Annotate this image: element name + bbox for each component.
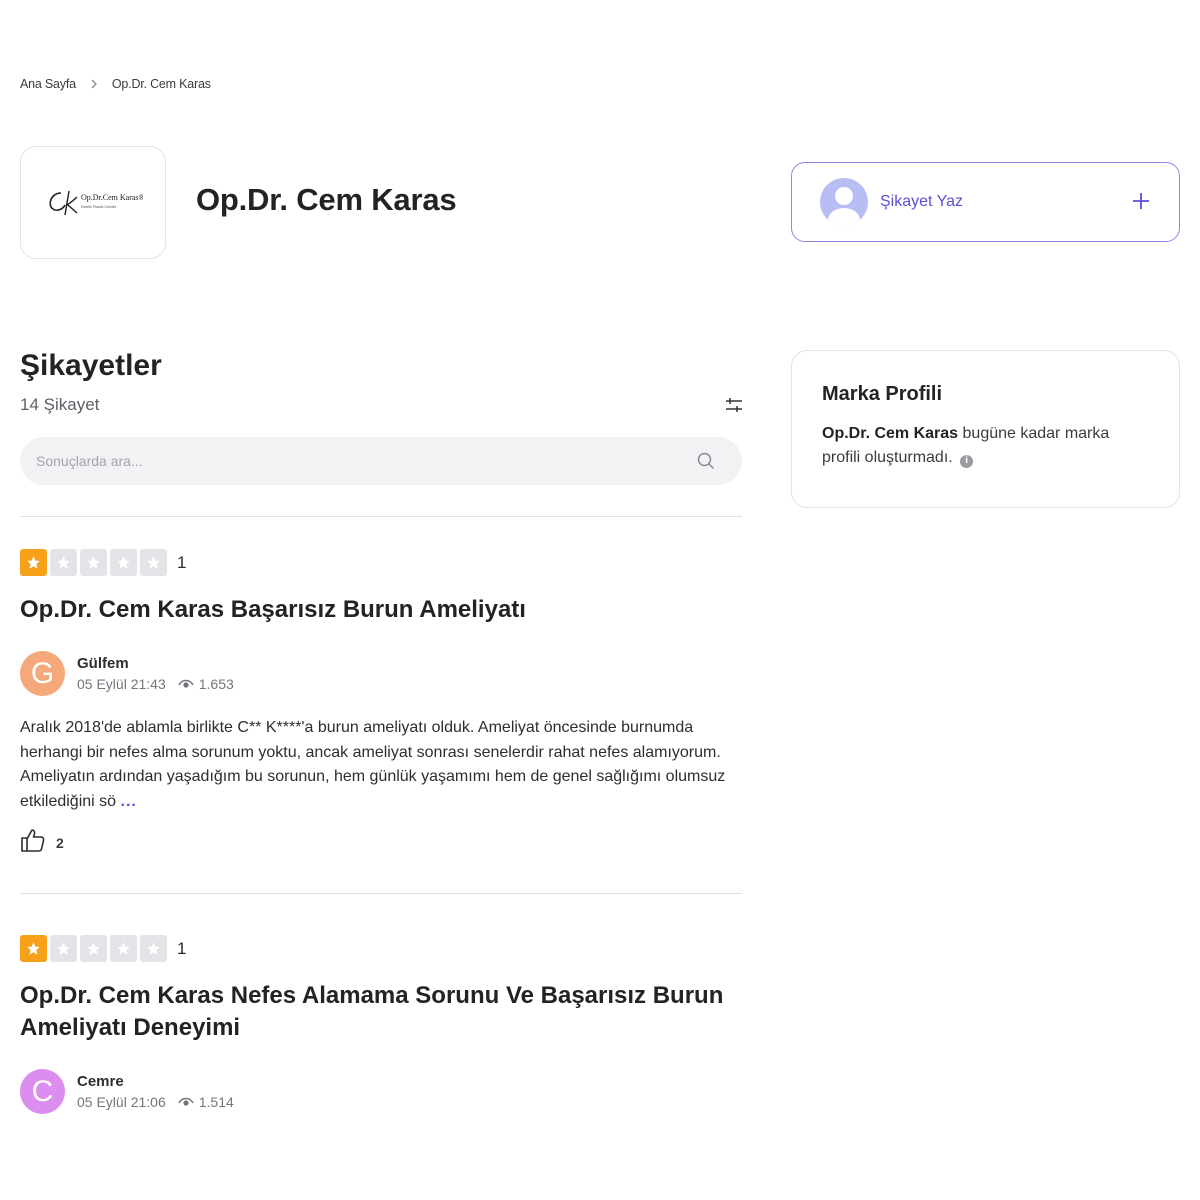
like-button[interactable]: 2 (20, 827, 64, 858)
star-empty-icon (110, 935, 137, 962)
brand-logo: Op.Dr.Cem Karas® Estetik Plastik Cerrahi (20, 146, 166, 259)
author-name: Gülfem (77, 655, 129, 672)
brand-profile-text: Op.Dr. Cem Karas bugüne kadar marka prof… (822, 422, 1149, 470)
brand-profile-brand: Op.Dr. Cem Karas (822, 425, 959, 442)
search-input[interactable] (36, 453, 696, 469)
complaint-title-link[interactable]: Op.Dr. Cem Karas Başarısız Burun Ameliya… (20, 594, 750, 626)
breadcrumb: Ana Sayfa Op.Dr. Cem Karas (20, 77, 211, 91)
search-icon[interactable] (696, 451, 716, 471)
view-count: 1.514 (198, 1094, 234, 1110)
avatar: C (20, 1069, 65, 1114)
breadcrumb-home-link[interactable]: Ana Sayfa (20, 77, 76, 91)
star-empty-icon (50, 549, 77, 576)
user-avatar-icon (820, 178, 868, 226)
star-filled-icon (20, 549, 47, 576)
star-filled-icon (20, 935, 47, 962)
like-count: 2 (56, 834, 64, 851)
complaint-body: Aralık 2018'de ablamla birlikte C** K***… (20, 716, 735, 814)
star-empty-icon (140, 935, 167, 962)
rating-score: 1 (177, 938, 187, 958)
complaint-title-link[interactable]: Op.Dr. Cem Karas Nefes Alamama Sorunu Ve… (20, 980, 750, 1044)
complaints-count: 14 Şikayet (20, 395, 100, 414)
write-complaint-button[interactable]: Şikayet Yaz (791, 162, 1180, 242)
write-complaint-label: Şikayet Yaz (880, 193, 964, 210)
star-empty-icon (80, 549, 107, 576)
rating-score: 1 (177, 552, 187, 572)
star-empty-icon (140, 549, 167, 576)
complaints-title: Şikayetler (20, 349, 162, 382)
rating-stars: 1 (20, 549, 186, 576)
eye-icon (178, 1096, 194, 1108)
brand-logo-image: Op.Dr.Cem Karas® Estetik Plastik Cerrahi (49, 190, 143, 215)
thumbs-up-icon (20, 827, 46, 858)
star-empty-icon (50, 935, 77, 962)
read-more-button[interactable]: ... (121, 793, 137, 810)
brand-profile-card: Marka Profili Op.Dr. Cem Karas bugüne ka… (791, 350, 1180, 508)
rating-stars: 1 (20, 935, 186, 962)
star-empty-icon (110, 549, 137, 576)
eye-icon (178, 678, 194, 690)
chevron-right-icon (90, 79, 98, 89)
breadcrumb-current[interactable]: Op.Dr. Cem Karas (112, 77, 211, 91)
view-count: 1.653 (198, 676, 234, 692)
complaint-author: C Cemre 05 Eylül 21:06 1.514 (20, 1069, 234, 1114)
complaint-author: G Gülfem 05 Eylül 21:43 1.653 (20, 651, 234, 696)
complaint-date: 05 Eylül 21:43 (77, 676, 166, 692)
divider (20, 893, 742, 894)
plus-icon (1131, 188, 1151, 216)
star-empty-icon (80, 935, 107, 962)
brand-profile-title: Marka Profili (822, 383, 943, 405)
filter-sliders-icon[interactable] (724, 395, 744, 415)
page-title: Op.Dr. Cem Karas (196, 182, 457, 217)
search-bar (20, 437, 742, 485)
divider (20, 516, 742, 517)
complaint-date: 05 Eylül 21:06 (77, 1094, 166, 1110)
info-icon[interactable]: i (960, 454, 974, 468)
logo-tagline: Estetik Plastik Cerrahi (81, 205, 116, 209)
logo-wordmark: Op.Dr.Cem Karas® (81, 193, 143, 202)
author-name: Cemre (77, 1073, 124, 1090)
avatar: G (20, 651, 65, 696)
